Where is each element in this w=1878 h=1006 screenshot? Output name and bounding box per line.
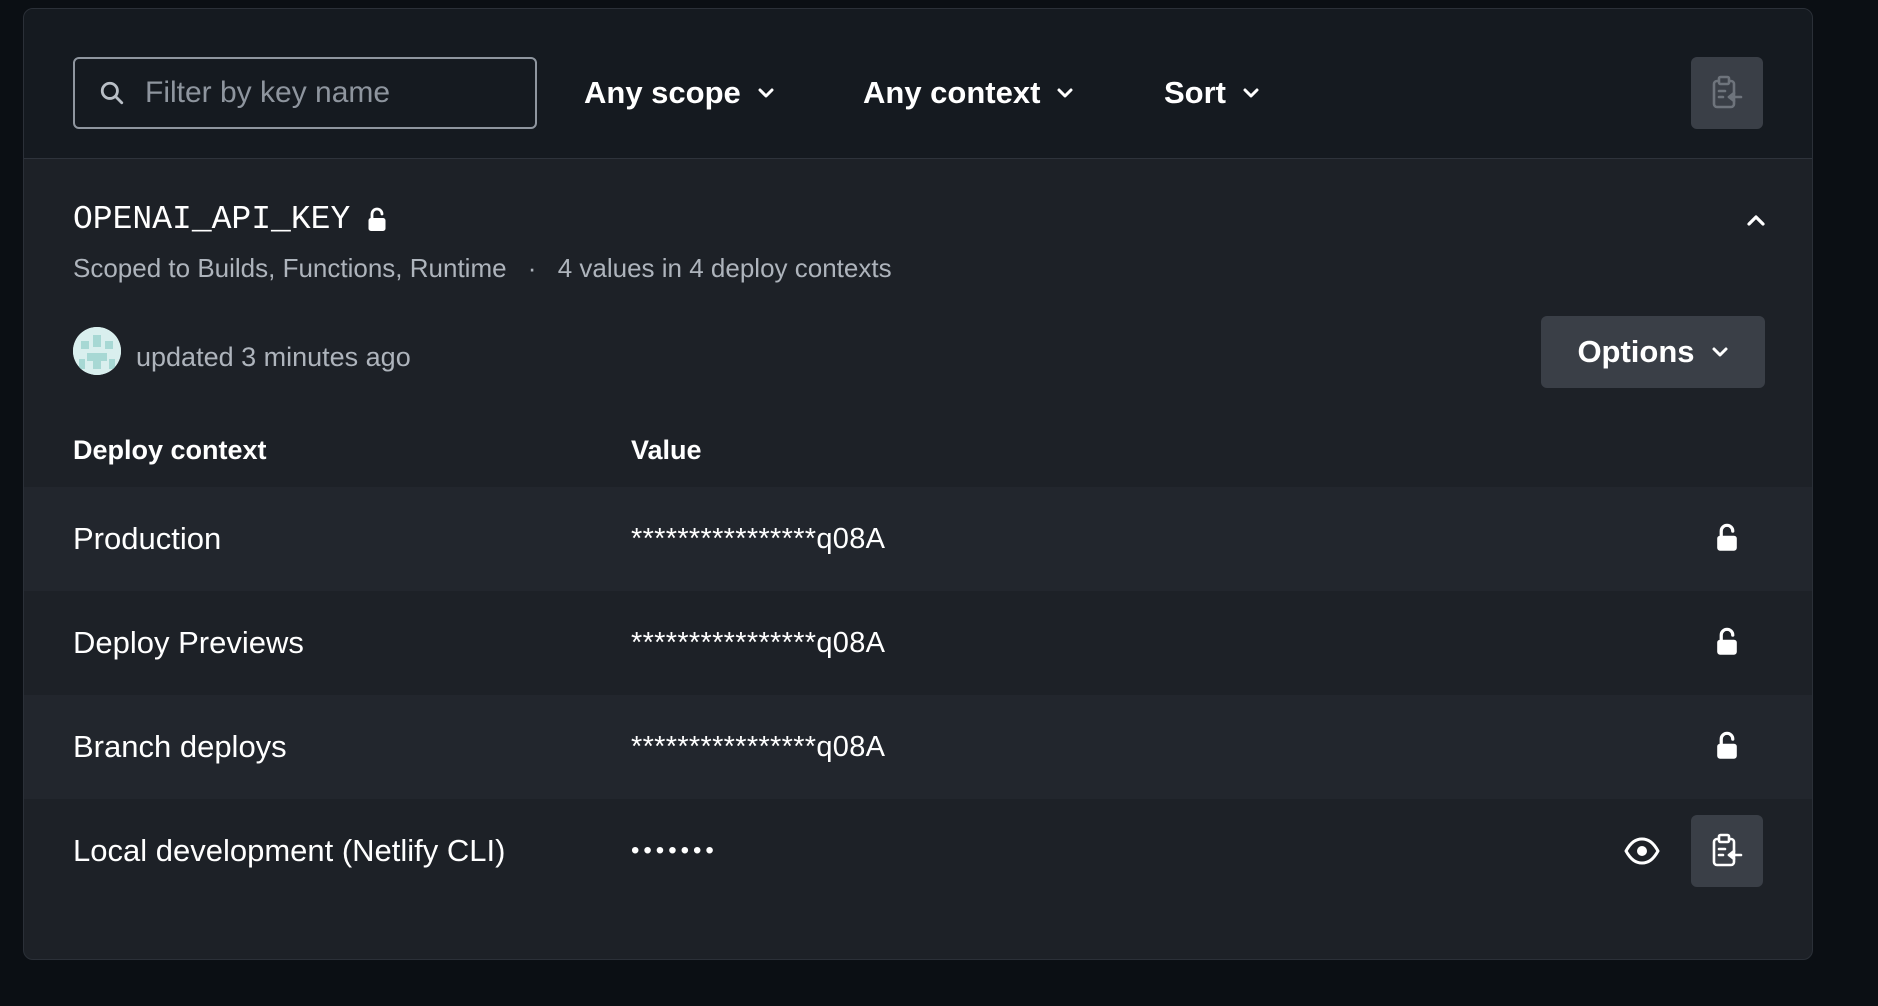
row-context: Deploy Previews xyxy=(73,625,304,660)
avatar xyxy=(73,327,121,375)
variable-meta: Scoped to Builds, Functions, Runtime · 4… xyxy=(73,253,892,284)
eye-icon[interactable] xyxy=(1624,833,1660,869)
search-box[interactable] xyxy=(73,57,537,129)
row-value: ••••••• xyxy=(631,837,718,864)
import-variables-button[interactable] xyxy=(1691,57,1763,129)
chevron-down-icon xyxy=(758,88,774,98)
table-row: Deploy Previews ****************q08A xyxy=(24,591,1812,695)
search-input[interactable] xyxy=(145,76,505,110)
collapse-toggle[interactable] xyxy=(1741,205,1771,235)
row-value: ****************q08A xyxy=(631,731,886,763)
options-label: Options xyxy=(1577,334,1695,369)
table-row: Production ****************q08A xyxy=(24,487,1812,591)
chevron-down-icon xyxy=(1057,88,1073,98)
chevron-up-icon xyxy=(1747,215,1765,226)
row-context: Branch deploys xyxy=(73,729,287,764)
table-row: Branch deploys ****************q08A xyxy=(24,695,1812,799)
environment-variables-panel: Any scope Any context Sort OPENAI_API_KE… xyxy=(23,8,1813,960)
column-header-context: Deploy context xyxy=(73,435,267,465)
scope-filter-dropdown[interactable]: Any scope xyxy=(584,57,775,129)
variable-scopes: Scoped to Builds, Functions, Runtime xyxy=(73,253,507,283)
sort-dropdown[interactable]: Sort xyxy=(1164,57,1260,129)
lock-open-icon xyxy=(368,207,386,231)
variable-header: OPENAI_API_KEY xyxy=(73,201,387,238)
scope-filter-label: Any scope xyxy=(584,75,741,110)
clipboard-copy-icon xyxy=(1712,833,1743,867)
lock-open-icon[interactable] xyxy=(1714,731,1740,761)
context-filter-dropdown[interactable]: Any context xyxy=(863,57,1074,129)
chevron-down-icon xyxy=(1243,88,1259,98)
chevron-down-icon xyxy=(1712,347,1728,357)
row-context: Local development (Netlify CLI) xyxy=(73,833,506,868)
variable-key-name: OPENAI_API_KEY xyxy=(73,201,351,238)
row-context: Production xyxy=(73,521,222,556)
variable-contexts-count: 4 values in 4 deploy contexts xyxy=(557,253,892,283)
filter-toolbar: Any scope Any context Sort xyxy=(24,9,1812,159)
updated-timestamp: updated 3 minutes ago xyxy=(136,342,411,372)
column-header-value: Value xyxy=(631,435,702,465)
meta-separator: · xyxy=(527,253,537,283)
lock-open-icon[interactable] xyxy=(1714,523,1740,553)
table-row: Local development (Netlify CLI) ••••••• xyxy=(24,799,1812,903)
context-filter-label: Any context xyxy=(863,75,1041,110)
sort-label: Sort xyxy=(1164,75,1226,110)
clipboard-import-icon xyxy=(1712,75,1743,109)
row-value: ****************q08A xyxy=(631,523,886,555)
identicon-avatar xyxy=(73,327,121,375)
options-button[interactable]: Options xyxy=(1541,316,1765,388)
search-icon xyxy=(100,81,124,105)
row-value: ****************q08A xyxy=(631,627,886,659)
copy-value-button[interactable] xyxy=(1691,815,1763,887)
lock-open-icon[interactable] xyxy=(1714,627,1740,657)
